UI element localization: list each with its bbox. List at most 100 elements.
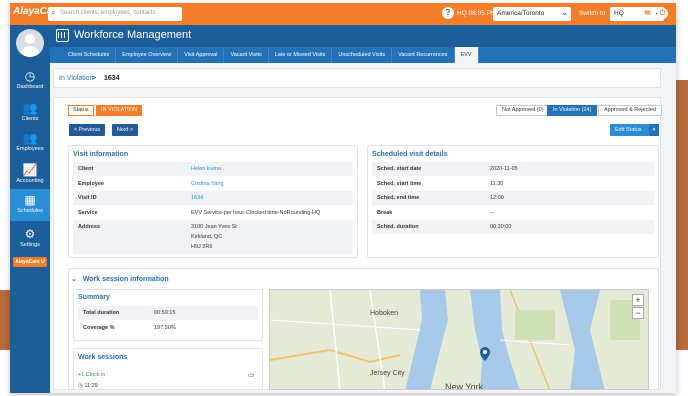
table-row: Break -- bbox=[372, 206, 654, 220]
status-badge: IN VIOLATION bbox=[96, 105, 142, 116]
work-sessions-title: Work sessions bbox=[78, 354, 128, 361]
monitor-icon[interactable]: ▭ bbox=[248, 371, 255, 379]
page-header: Workforce Management bbox=[50, 25, 676, 47]
tab-unscheduled-visits[interactable]: Unscheduled Visits bbox=[332, 47, 393, 63]
switch-to-select[interactable]: HQ ⌄ bbox=[610, 7, 664, 21]
map-label-new-york: New York bbox=[445, 382, 484, 390]
sidebar-item-label: Accounting bbox=[16, 178, 44, 184]
filter-in-violation[interactable]: In Violation (24) bbox=[547, 105, 598, 116]
address-line: H9J 2R6 bbox=[191, 244, 213, 250]
table-row: Sched. start date 2020-11-05 bbox=[372, 162, 654, 176]
scheduled-visit-table: Sched. start date 2020-11-05 Sched. star… bbox=[372, 162, 654, 234]
tab-client-schedules[interactable]: Client Schedules bbox=[62, 47, 117, 63]
zoom-in-button[interactable]: + bbox=[632, 294, 644, 306]
map-label-jersey-city: Jersey City bbox=[370, 370, 405, 377]
page-title: Workforce Management bbox=[74, 29, 192, 41]
row-value: -- bbox=[490, 210, 494, 216]
table-row: Service EVV Service-per hour-Clocked tim… bbox=[73, 206, 353, 220]
timezone-select[interactable]: America/Toronto ⌄ bbox=[493, 7, 571, 21]
table-row: Total duration 00:59:15 bbox=[78, 306, 258, 320]
sidebar-item-label: Settings bbox=[20, 242, 40, 248]
row-value: 00:30:00 bbox=[490, 224, 512, 230]
row-key: Sched. start time bbox=[377, 181, 422, 187]
accounting-icon: 📈 bbox=[22, 163, 38, 177]
row-key: Visit ID bbox=[78, 195, 97, 201]
breadcrumb-separator: > bbox=[92, 75, 97, 82]
map-label-hoboken: Hoboken bbox=[370, 310, 399, 317]
switch-to-label: Switch to bbox=[579, 10, 606, 17]
zoom-out-button[interactable]: − bbox=[632, 307, 644, 319]
top-bar: AlayaCare ⌕ Search clients, employees, c… bbox=[10, 3, 676, 25]
table-row: Sched. end time 12:00 bbox=[372, 191, 654, 205]
row-key: Service bbox=[78, 210, 98, 216]
filter-approved-rejected[interactable]: Approved & Rejected bbox=[598, 105, 662, 116]
sidebar-item-label: Clients bbox=[21, 116, 39, 122]
tab-employee-overview[interactable]: Employee Overview bbox=[116, 47, 179, 63]
next-button[interactable]: Next > bbox=[112, 124, 139, 136]
clock-time-value: 11:29 bbox=[84, 383, 98, 389]
sidebar-item-settings[interactable]: ⚙ Settings bbox=[10, 223, 50, 253]
row-key: Employee bbox=[78, 181, 104, 187]
decorative-backdrop-right bbox=[676, 80, 688, 350]
service-value: EVV Service-per hour-Clocked time-NoRoun… bbox=[191, 210, 321, 216]
calendar-icon bbox=[56, 29, 69, 42]
tab-bar: Client Schedules Employee Overview Visit… bbox=[50, 47, 676, 63]
search-input[interactable]: ⌕ Search clients, employees, contacts bbox=[48, 7, 182, 21]
search-icon: ⌕ bbox=[51, 8, 56, 17]
row-key: Address bbox=[78, 224, 101, 230]
tab-vacant-visits[interactable]: Vacant Visits bbox=[224, 47, 269, 63]
sidebar-item-dashboard[interactable]: ◷ Dashboard bbox=[10, 65, 50, 95]
status-label: Status bbox=[68, 105, 94, 116]
employee-link[interactable]: Cristina Yang bbox=[191, 181, 224, 187]
sidebar-item-clients[interactable]: 👥 Clients bbox=[10, 97, 50, 127]
sidebar-item-employees[interactable]: 👥 Employees bbox=[10, 127, 50, 157]
row-key: Client bbox=[78, 166, 94, 172]
row-value: 12:00 bbox=[490, 195, 504, 201]
search-placeholder: Search clients, employees, contacts bbox=[60, 10, 156, 16]
row-key: Break bbox=[377, 210, 393, 216]
previous-button[interactable]: < Previous bbox=[69, 124, 106, 136]
table-row: Employee Cristina Yang bbox=[73, 177, 353, 191]
work-session-toggle[interactable]: ⌄ Work session information bbox=[71, 275, 169, 283]
messages-icon[interactable]: ✉ bbox=[642, 8, 653, 19]
timezone-value: America/Toronto bbox=[497, 10, 545, 17]
tab-late-or-missed-visits[interactable]: Late or Missed Visits bbox=[269, 47, 333, 63]
help-icon[interactable]: ? bbox=[442, 7, 454, 19]
sidebar-item-schedules[interactable]: ▦ Schedules bbox=[10, 189, 50, 221]
client-link[interactable]: Helen Iruma bbox=[191, 166, 221, 172]
location-time: HQ 08:05 PM bbox=[457, 10, 497, 17]
row-key: Total duration bbox=[83, 310, 120, 316]
decorative-backdrop-left bbox=[0, 290, 10, 350]
logout-icon[interactable]: ⏻ bbox=[657, 8, 668, 19]
settings-icon: ⚙ bbox=[24, 227, 36, 241]
chevron-down-icon: ⌄ bbox=[71, 276, 77, 283]
avatar[interactable] bbox=[16, 29, 44, 57]
tab-visit-approval[interactable]: Visit Approval bbox=[178, 47, 225, 63]
tab-vacant-recurrences[interactable]: Vacant Recurrences bbox=[392, 47, 455, 63]
row-value: 2020-11-05 bbox=[490, 166, 518, 172]
clock-icon: ◷ bbox=[78, 383, 83, 389]
visit-info-title: Visit information bbox=[73, 151, 129, 158]
alayacare-u-button[interactable]: AlayaCare U bbox=[13, 257, 47, 267]
scheduled-visit-title: Scheduled visit details bbox=[372, 151, 448, 158]
filter-not-approved[interactable]: Not Approved (0) bbox=[496, 105, 550, 116]
breadcrumb: In Violation > 1634 bbox=[53, 68, 661, 88]
row-value: 00:59:15 bbox=[154, 310, 176, 316]
work-session-title: Work session information bbox=[82, 276, 169, 283]
tab-evv[interactable]: EVV bbox=[454, 47, 479, 63]
breadcrumb-parent[interactable]: In Violation bbox=[59, 75, 94, 82]
visit-id-link[interactable]: 1634 bbox=[191, 195, 203, 201]
user-profile[interactable] bbox=[10, 25, 50, 65]
employees-icon: 👥 bbox=[22, 131, 38, 145]
row-key: Sched. duration bbox=[377, 224, 419, 230]
summary-title: Summary bbox=[78, 294, 110, 301]
table-row: Coverage % 197.50% bbox=[78, 321, 258, 335]
sidebar-item-label: Employees bbox=[16, 146, 44, 152]
row-key: Sched. start date bbox=[377, 166, 422, 172]
edit-status-caret[interactable]: ▾ bbox=[649, 124, 659, 136]
sidebar-item-accounting[interactable]: 📈 Accounting bbox=[10, 159, 50, 189]
table-row: Address 3100 Jean Yves St Kirkland, QC H… bbox=[73, 220, 353, 254]
map-view[interactable]: Hoboken Jersey City New York + − bbox=[269, 289, 649, 390]
clock-time: ◷ 11:29 bbox=[78, 383, 98, 389]
edit-status-button[interactable]: Edit Status bbox=[610, 124, 649, 136]
